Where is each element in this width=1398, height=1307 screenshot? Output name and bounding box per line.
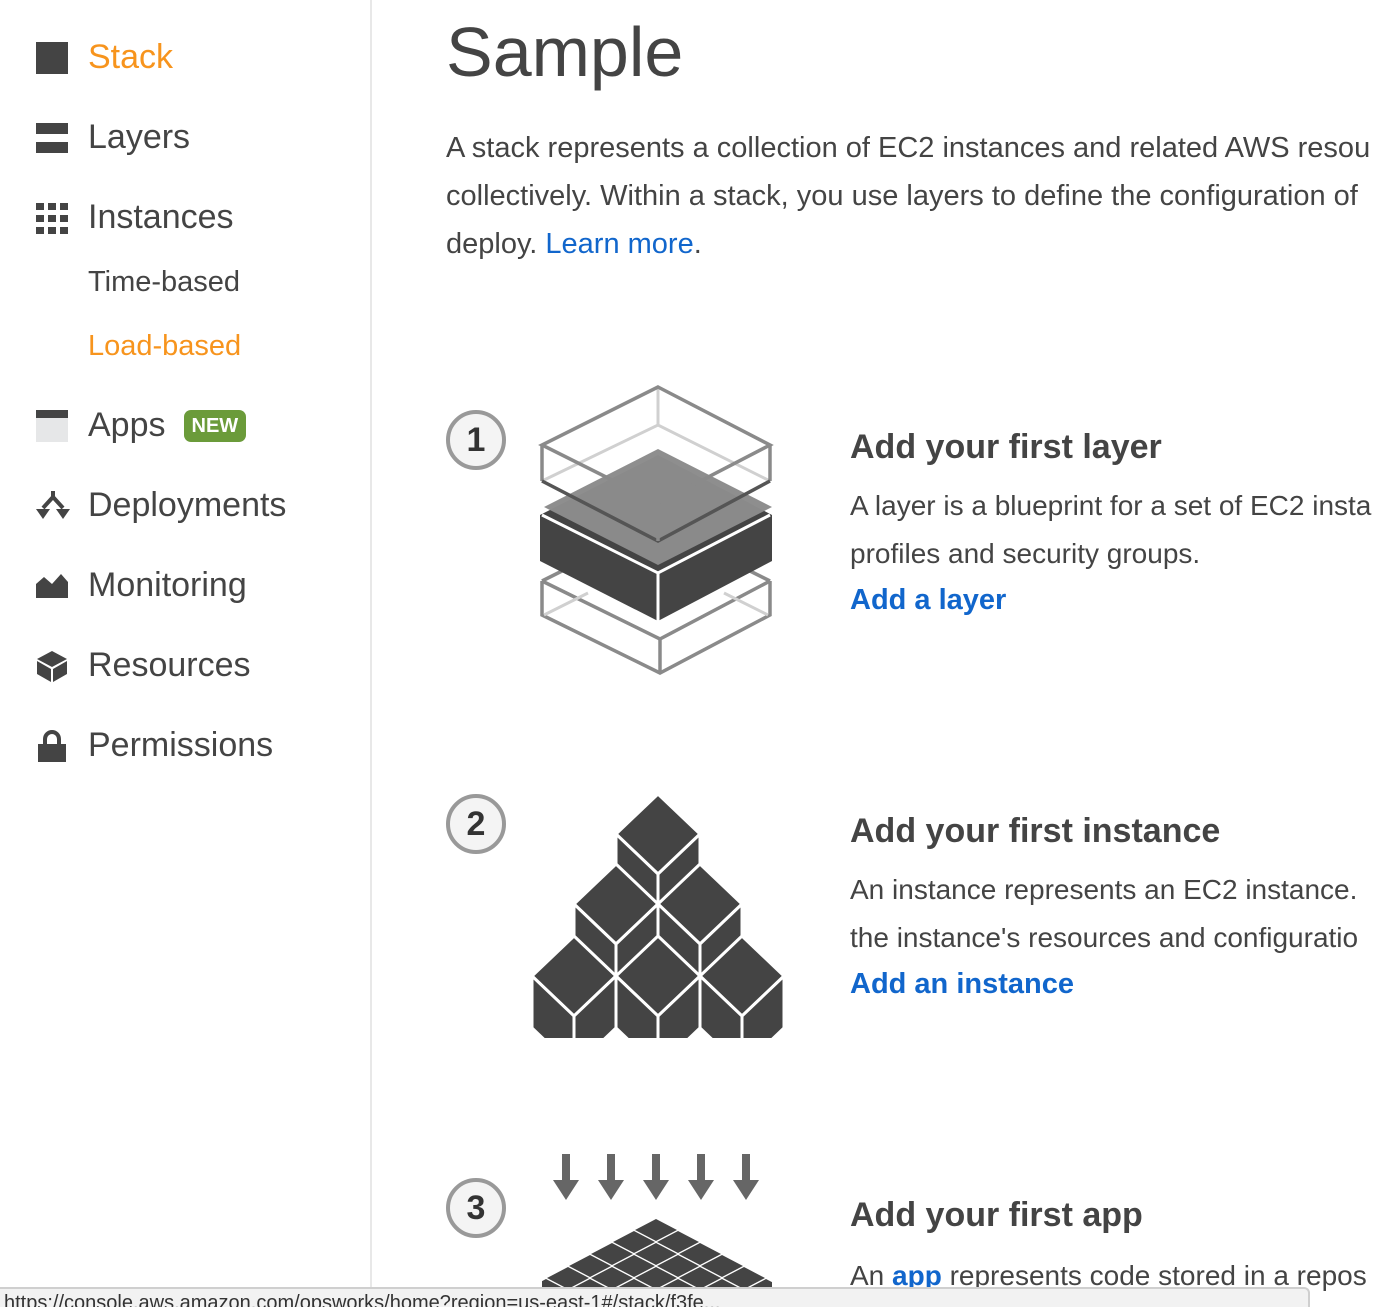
step-title: Add your first layer bbox=[850, 428, 1162, 466]
square-icon bbox=[36, 41, 68, 74]
sidebar-subitem-load-based[interactable]: Load-based bbox=[88, 330, 241, 363]
step-title: Add your first app bbox=[850, 1196, 1143, 1234]
intro-text: . bbox=[693, 228, 702, 260]
down-arrow bbox=[553, 1154, 579, 1200]
stack-intro: A stack represents a collection of EC2 i… bbox=[446, 124, 1398, 268]
cube-icon bbox=[36, 650, 68, 682]
sidebar-item-label: Permissions bbox=[88, 726, 274, 764]
arrows-into-grid-illustration bbox=[542, 1154, 772, 1296]
sidebar: Stack Layers Instances Time-based Load-b… bbox=[0, 0, 372, 1296]
intro-text: deploy. bbox=[446, 228, 546, 260]
step-title: Add your first instance bbox=[850, 812, 1221, 850]
lock-icon bbox=[36, 729, 68, 762]
sidebar-item-label: Deployments bbox=[88, 486, 287, 524]
new-badge: NEW bbox=[183, 409, 247, 442]
add-instance-link[interactable]: Add an instance bbox=[850, 968, 1074, 1001]
down-arrow bbox=[733, 1154, 759, 1200]
layers-icon bbox=[36, 122, 68, 154]
down-arrow bbox=[643, 1154, 669, 1200]
add-layer-link[interactable]: Add a layer bbox=[850, 584, 1006, 617]
step-description: A layer is a blueprint for a set of EC2 … bbox=[850, 482, 1371, 578]
sidebar-item-monitoring[interactable]: Monitoring bbox=[36, 566, 247, 605]
area-chart-icon bbox=[36, 570, 68, 602]
step-number-badge: 2 bbox=[446, 794, 506, 854]
learn-more-link[interactable]: Learn more bbox=[545, 228, 693, 260]
step-description-line: An instance represents an EC2 instance. bbox=[850, 874, 1358, 905]
sidebar-item-apps[interactable]: Apps NEW bbox=[36, 406, 247, 445]
sidebar-item-stack[interactable]: Stack bbox=[36, 38, 173, 77]
sidebar-item-label: Resources bbox=[88, 646, 251, 684]
main-content: Sample A stack represents a collection o… bbox=[446, 0, 1398, 1296]
down-arrow bbox=[598, 1154, 624, 1200]
page-title: Sample bbox=[446, 13, 684, 91]
sidebar-item-layers[interactable]: Layers bbox=[36, 118, 190, 157]
sidebar-item-permissions[interactable]: Permissions bbox=[36, 726, 273, 765]
step-description-line: the instance's resources and configurati… bbox=[850, 922, 1359, 953]
sidebar-item-label: Monitoring bbox=[88, 566, 247, 604]
grid-icon bbox=[36, 202, 68, 234]
sidebar-item-label: Instances bbox=[88, 198, 234, 236]
url-status-bar: https://console.aws.amazon.com/opsworks/… bbox=[0, 1287, 1310, 1307]
sidebar-item-deployments[interactable]: Deployments bbox=[36, 486, 286, 525]
step-description: An instance represents an EC2 instance. … bbox=[850, 866, 1358, 962]
sidebar-item-label: Stack bbox=[88, 38, 174, 76]
app-window-icon bbox=[36, 409, 68, 442]
cubes-pyramid-illustration bbox=[530, 792, 786, 1038]
intro-line: collectively. Within a stack, you use la… bbox=[446, 180, 1358, 212]
deploy-split-arrows-icon bbox=[36, 490, 70, 522]
sidebar-subitem-time-based[interactable]: Time-based bbox=[88, 266, 240, 299]
step-description-line: A layer is a blueprint for a set of EC2 … bbox=[850, 490, 1372, 521]
step-number-badge: 1 bbox=[446, 410, 506, 470]
down-arrow bbox=[688, 1154, 714, 1200]
intro-line: A stack represents a collection of EC2 i… bbox=[446, 132, 1371, 164]
intro-line: deploy. Learn more. bbox=[446, 220, 1398, 268]
step-number-badge: 3 bbox=[446, 1178, 506, 1238]
sidebar-item-instances[interactable]: Instances bbox=[36, 198, 234, 237]
sidebar-item-resources[interactable]: Resources bbox=[36, 646, 251, 685]
step-description-line: profiles and security groups. bbox=[850, 538, 1201, 569]
sidebar-item-label: Layers bbox=[88, 118, 191, 156]
layers-stack-illustration bbox=[538, 385, 774, 675]
sidebar-item-label: Apps bbox=[88, 406, 166, 444]
